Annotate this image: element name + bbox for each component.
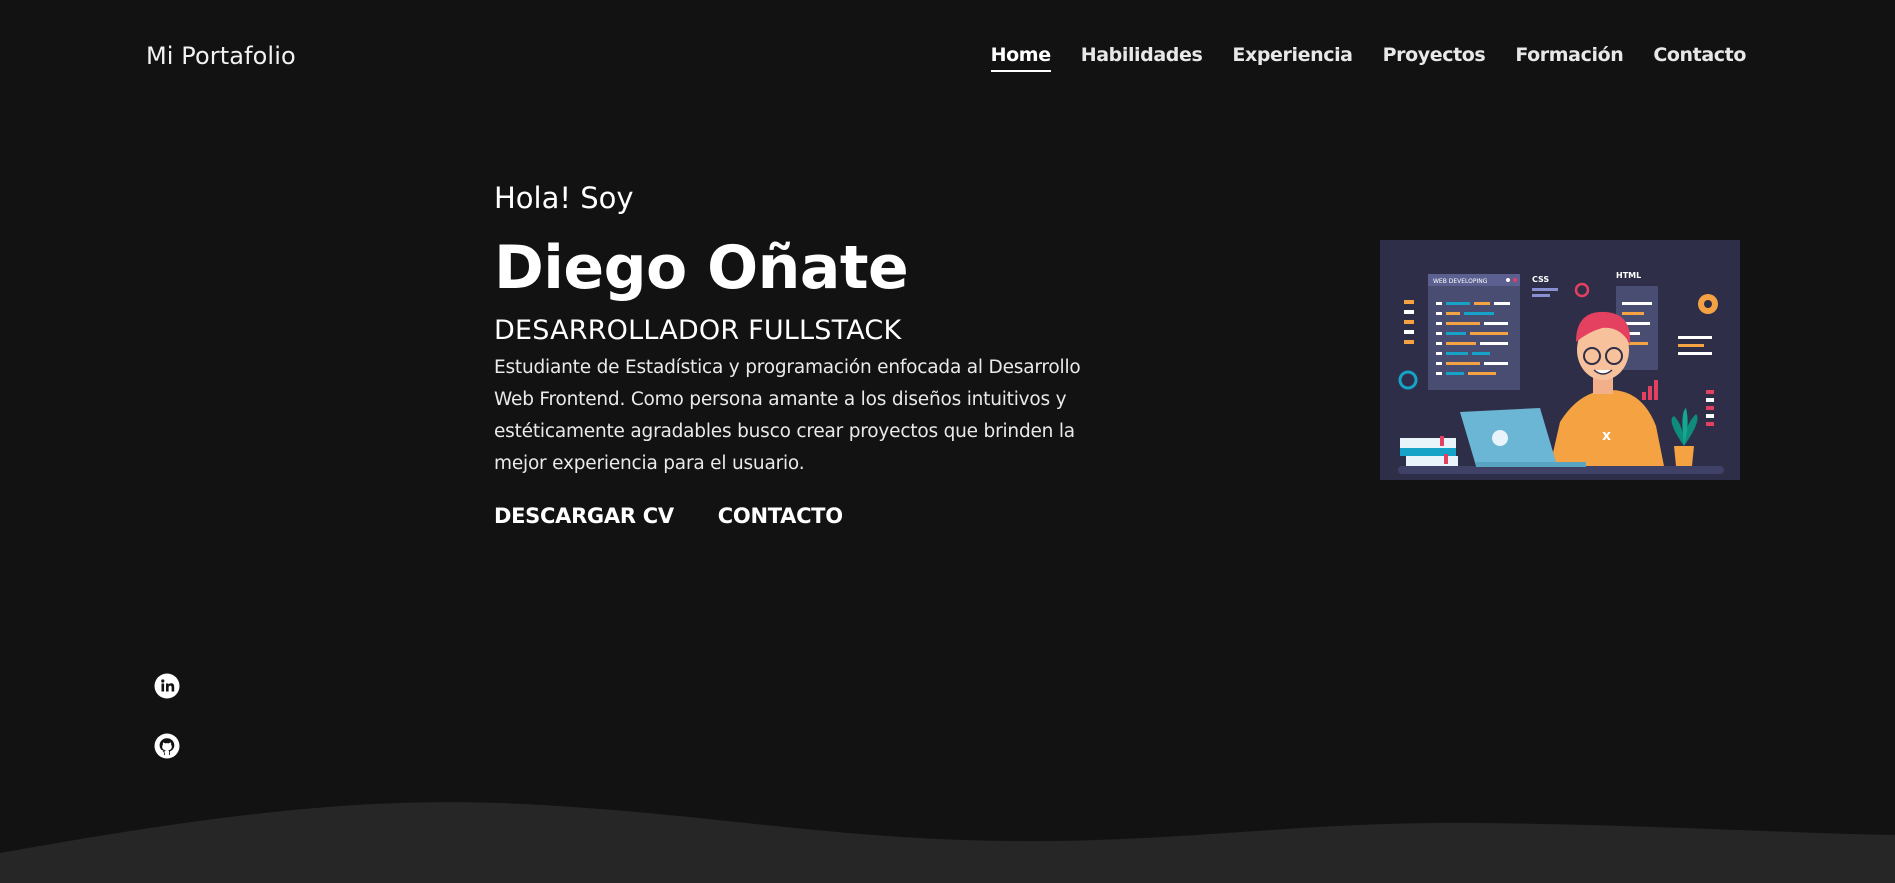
- developer-illustration: WEB DEVELOPING CSS HTML x: [1380, 240, 1740, 480]
- page: Mi Portafolio Home Habilidades Experienc…: [0, 0, 1895, 883]
- nav-habilidades[interactable]: Habilidades: [1081, 44, 1203, 70]
- brand-logo[interactable]: Mi Portafolio: [146, 42, 296, 70]
- illustration-css-label: CSS: [1532, 275, 1549, 284]
- nav-formacion[interactable]: Formación: [1515, 44, 1623, 70]
- svg-text:x: x: [1602, 428, 1611, 444]
- hero-section: Hola! Soy Diego Oñate DESARROLLADOR FULL…: [494, 178, 1094, 528]
- hero-role: DESARROLLADOR FULLSTACK: [494, 315, 902, 346]
- hero-name: Diego Oñate: [494, 233, 909, 303]
- main-nav: Home Habilidades Experiencia Proyectos F…: [990, 44, 1746, 72]
- nav-home[interactable]: Home: [990, 44, 1051, 72]
- github-icon: [154, 733, 180, 759]
- github-link[interactable]: [154, 733, 180, 763]
- nav-contacto[interactable]: Contacto: [1653, 44, 1746, 70]
- hero-bio: Estudiante de Estadística y programación…: [494, 357, 1081, 474]
- illustration-html-label: HTML: [1616, 271, 1641, 280]
- contact-button[interactable]: CONTACTO: [718, 504, 843, 528]
- download-cv-button[interactable]: DESCARGAR CV: [494, 504, 674, 528]
- linkedin-icon: [154, 673, 180, 699]
- hero-actions: DESCARGAR CV CONTACTO: [494, 504, 1094, 528]
- bottom-wave: [0, 802, 1895, 883]
- hero-greeting: Hola! Soy: [494, 181, 634, 215]
- nav-proyectos[interactable]: Proyectos: [1383, 44, 1486, 70]
- nav-experiencia[interactable]: Experiencia: [1232, 44, 1353, 70]
- illustration-panel-title: WEB DEVELOPING: [1433, 278, 1488, 285]
- linkedin-link[interactable]: [154, 673, 180, 703]
